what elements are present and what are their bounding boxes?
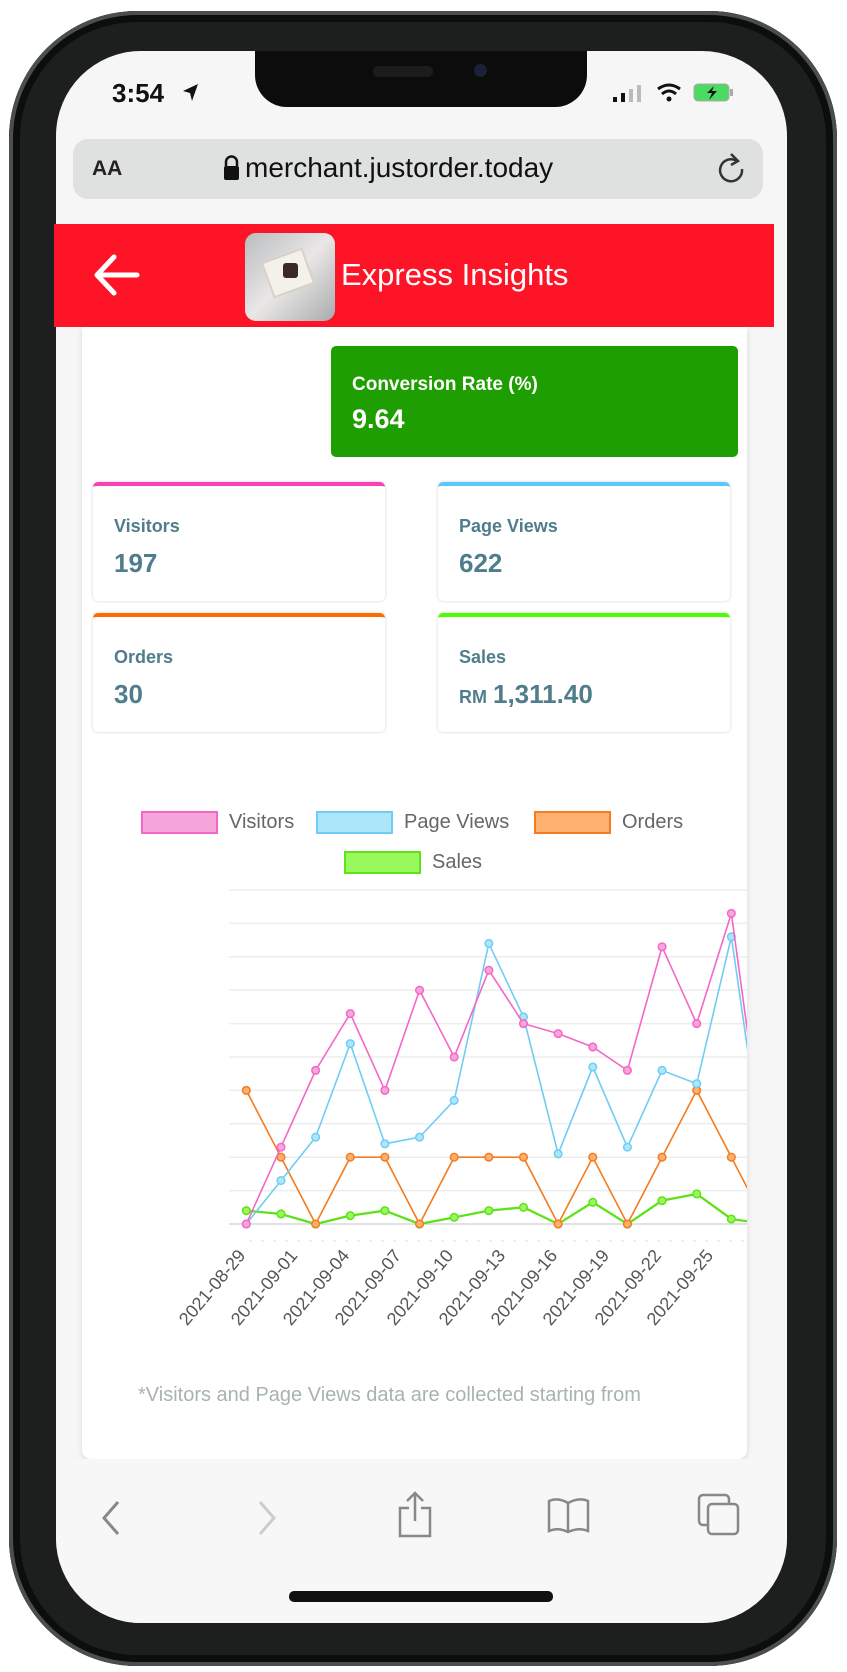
data-point (588, 1062, 598, 1072)
data-point (276, 1209, 286, 1219)
data-point (449, 1212, 459, 1222)
data-point (518, 1019, 529, 1029)
data-point (588, 1152, 598, 1162)
data-point (518, 1202, 529, 1212)
back-icon[interactable] (99, 1499, 125, 1537)
data-point (726, 1214, 736, 1224)
data-point (311, 1219, 321, 1229)
notch (255, 51, 587, 107)
data-point (622, 1219, 632, 1229)
lock-icon (224, 155, 239, 180)
data-point (484, 1206, 494, 1216)
data-point (657, 942, 667, 952)
home-indicator[interactable] (289, 1591, 553, 1602)
data-point (380, 1206, 390, 1216)
data-point (692, 1079, 702, 1089)
data-point (622, 1142, 632, 1152)
series-line-sales (246, 1192, 747, 1226)
data-point (484, 965, 494, 975)
forward-icon[interactable] (253, 1499, 279, 1537)
data-point (553, 1149, 563, 1159)
data-point (414, 1132, 425, 1142)
footnote: *Visitors and Page Views data are collec… (138, 1384, 641, 1406)
data-point (692, 1189, 702, 1199)
data-point (657, 1065, 667, 1075)
data-point (380, 1139, 390, 1149)
data-point (588, 1042, 598, 1052)
data-point (345, 1009, 355, 1019)
camera (474, 64, 487, 77)
data-point (484, 938, 494, 948)
data-point (380, 1152, 390, 1162)
data-point (276, 1176, 286, 1186)
data-point (449, 1095, 459, 1105)
bookmarks-icon[interactable] (547, 1497, 590, 1535)
wifi-icon (657, 83, 681, 102)
share-icon[interactable] (397, 1491, 433, 1538)
status-time: 3:54 (112, 78, 165, 108)
text-size-button[interactable]: AA (92, 157, 122, 181)
data-point (588, 1197, 598, 1207)
screenshot-stage: 3:54 AA merchant.justorder.today Express… (0, 0, 847, 1672)
data-point (345, 1152, 355, 1162)
data-point (311, 1132, 321, 1142)
phone-screen: 3:54 AA merchant.justorder.today Express… (54, 51, 787, 1623)
data-point (241, 1219, 251, 1229)
data-point (345, 1211, 355, 1221)
data-point (484, 1152, 494, 1162)
data-point (726, 908, 736, 918)
data-point (241, 1206, 251, 1216)
data-point (276, 1142, 286, 1152)
cake-photo (260, 247, 316, 299)
url-text[interactable]: merchant.justorder.today (245, 152, 553, 184)
series-line-page-views (245, 936, 747, 1225)
data-point (241, 1085, 251, 1095)
data-point (692, 1019, 702, 1029)
battery-charging-icon (693, 83, 733, 102)
data-point (449, 1152, 459, 1162)
store-logo (245, 233, 335, 321)
address-bar[interactable]: AA merchant.justorder.today (73, 139, 763, 199)
insights-panel: Conversion Rate (%) 9.64 Visitors 197 Pa… (82, 327, 747, 1459)
data-point (414, 985, 425, 995)
data-point (311, 1065, 321, 1075)
line-chart: 2021-08-292021-09-012021-09-042021-09-07… (175, 889, 747, 1329)
back-arrow-icon[interactable] (93, 254, 140, 297)
data-point (657, 1196, 667, 1206)
data-point (345, 1039, 355, 1049)
signal-icon (613, 85, 641, 102)
tabs-icon[interactable] (697, 1493, 742, 1538)
location-arrow-icon (183, 84, 198, 101)
data-point (414, 1219, 425, 1229)
reload-icon[interactable] (716, 152, 746, 186)
data-point (553, 1219, 563, 1229)
data-point (622, 1065, 632, 1075)
speaker (373, 66, 433, 77)
data-point (518, 1152, 529, 1162)
app-header: Express Insights (54, 224, 774, 327)
data-point (449, 1052, 459, 1062)
page-title: Express Insights (341, 257, 569, 292)
data-point (726, 1152, 736, 1162)
data-point (553, 1029, 563, 1039)
browser-toolbar (56, 1459, 787, 1623)
data-point (657, 1152, 667, 1162)
data-point (380, 1085, 390, 1095)
